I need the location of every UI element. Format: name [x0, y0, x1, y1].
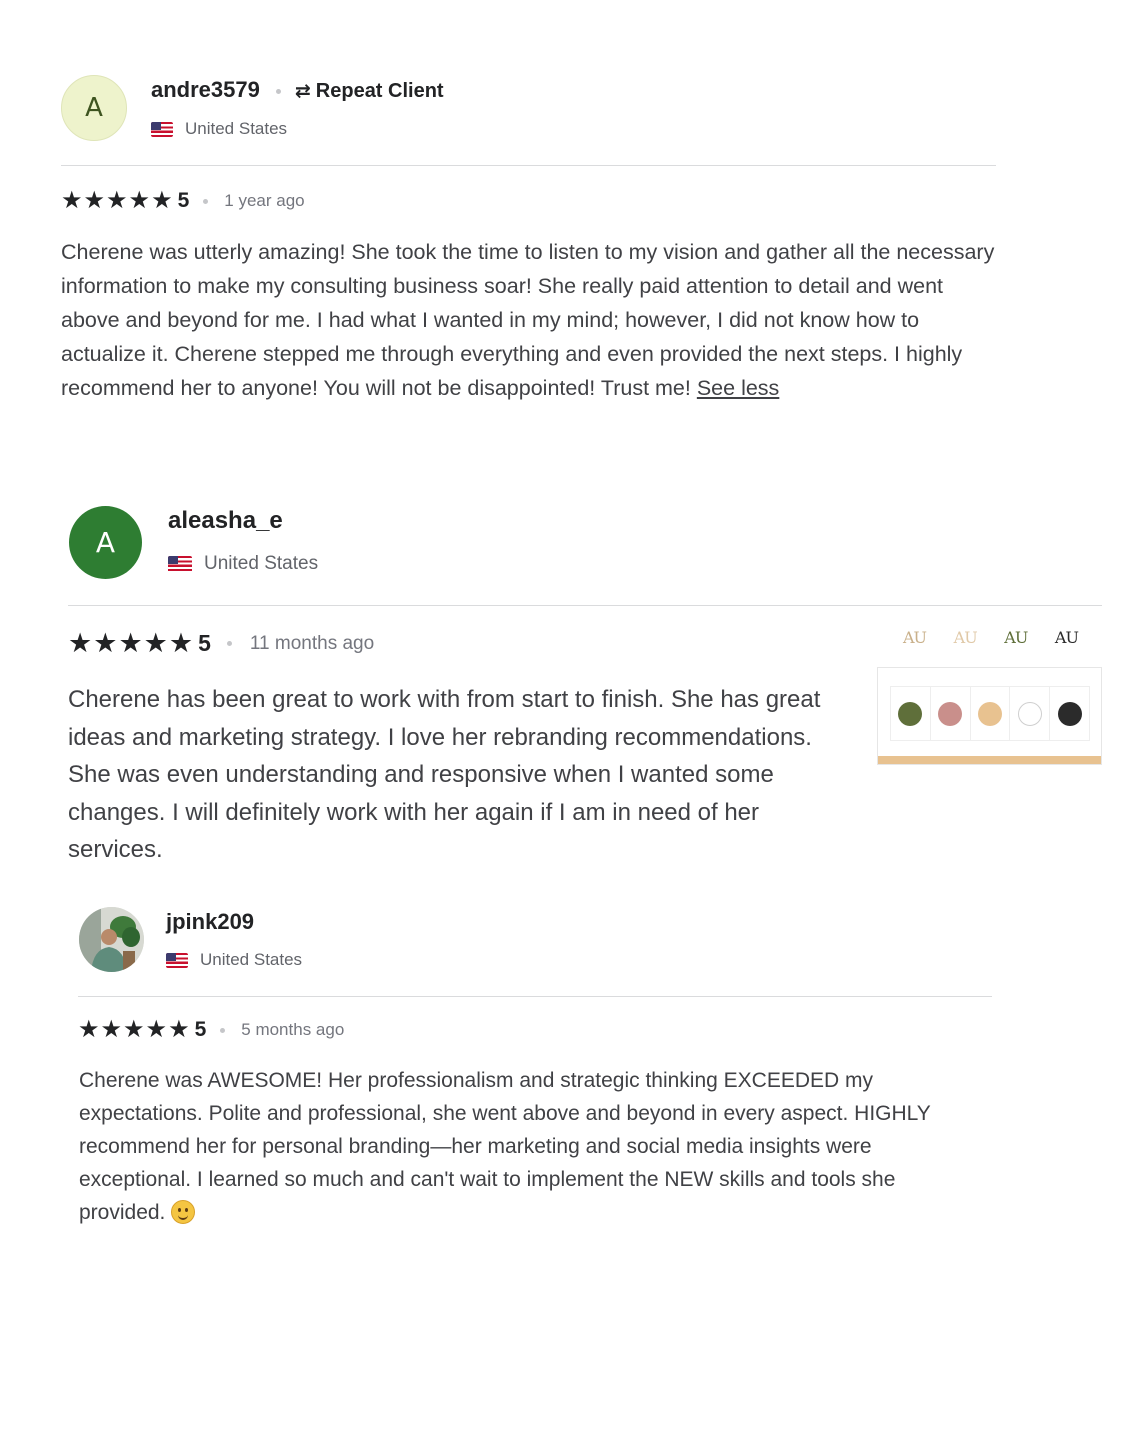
- divider: [78, 996, 992, 997]
- review-body: Cherene was AWESOME! Her professionalism…: [79, 1069, 931, 1224]
- review-card: jpink209 United States ★ ★ ★ ★ ★ 5 5 mon…: [0, 0, 1131, 1240]
- star-rating: ★ ★ ★ ★ ★: [78, 1018, 191, 1042]
- star-icon: ★: [168, 1016, 191, 1043]
- star-icon: ★: [78, 1016, 101, 1043]
- rating-score: 5: [194, 1018, 207, 1041]
- avatar-photo[interactable]: [79, 907, 144, 972]
- country-label: United States: [200, 950, 303, 969]
- reviewer-username[interactable]: jpink209: [166, 909, 254, 935]
- person-photo-icon: [79, 907, 144, 972]
- us-flag-icon: [166, 952, 188, 968]
- star-icon: ★: [145, 1016, 169, 1043]
- reviewer-country: United States: [166, 950, 302, 970]
- smiling-face-icon: [171, 1200, 196, 1224]
- rating-line: ★ ★ ★ ★ ★ 5 5 months ago: [78, 1018, 344, 1042]
- star-icon: ★: [100, 1016, 124, 1043]
- review-text: Cherene was AWESOME! Her professionalism…: [79, 1064, 984, 1229]
- star-icon: ★: [123, 1016, 146, 1043]
- review-time: 5 months ago: [241, 1020, 345, 1039]
- separator-dot: [220, 1027, 226, 1033]
